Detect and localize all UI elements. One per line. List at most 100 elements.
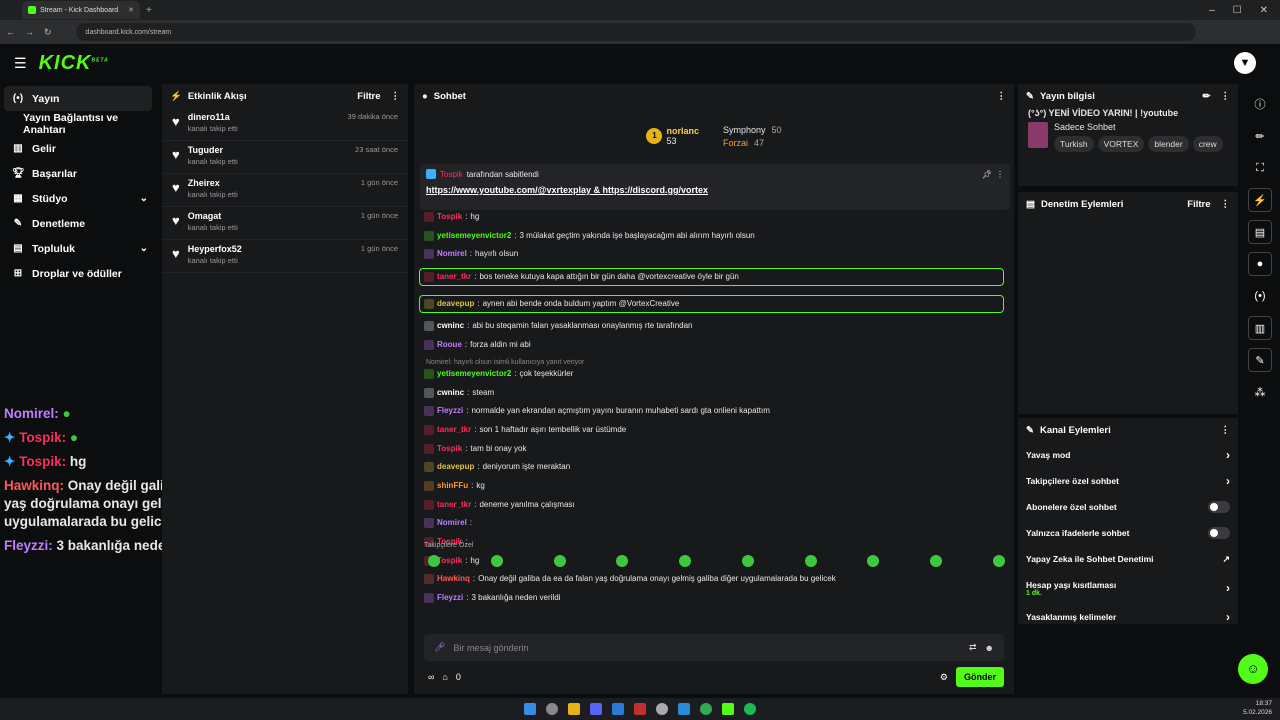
activity-item[interactable]: ♥ Tuguder kanalı takip etti 23 saat önce xyxy=(162,141,408,174)
chat-message[interactable]: Nomirel: xyxy=(424,518,1009,529)
wrench-icon[interactable]: ✎ xyxy=(1248,348,1272,372)
chat-user[interactable]: yetisemeyenvictor2 xyxy=(437,231,511,241)
stream-tag[interactable]: Turkish xyxy=(1054,136,1094,152)
discord-icon[interactable] xyxy=(590,703,602,715)
chat-message[interactable]: taner_tkr: bos teneke kutuya kapa attığın… xyxy=(419,268,1004,287)
help-chat-button[interactable]: ☺ xyxy=(1238,654,1268,684)
chat-user[interactable]: taner_tkr xyxy=(437,500,471,510)
chrome-icon[interactable] xyxy=(700,703,712,715)
activity-item[interactable]: ♥ Heyperfox52 kanalı takip etti 1 gün önce xyxy=(162,240,408,273)
sidebar-item-achievements[interactable]: 🏆︎ Başarılar xyxy=(0,161,160,186)
chat-icon[interactable]: ● xyxy=(1248,252,1272,276)
back-icon[interactable]: ← xyxy=(6,27,15,37)
sidebar-item-drops[interactable]: ⊞ Droplar ve ödüller xyxy=(0,261,160,286)
activity-item[interactable]: ♥ dinero11a kanalı takip etti 39 dakika önc… xyxy=(162,108,408,141)
search-icon[interactable] xyxy=(546,703,558,715)
bolt-icon[interactable]: ⚡ xyxy=(1248,188,1272,212)
emote-icon[interactable] xyxy=(553,555,566,567)
channel-action[interactable]: Yalnızca ifadelerle sohbet xyxy=(1018,520,1238,546)
chat-message[interactable]: Rooue: forza aldin mi abi xyxy=(424,340,1009,351)
steam-icon[interactable] xyxy=(612,703,624,715)
emote-icon[interactable] xyxy=(679,555,692,567)
reload-icon[interactable]: ↻ xyxy=(44,27,52,38)
stream-tag[interactable]: VORTEX xyxy=(1097,136,1145,152)
edit-icon[interactable]: ✏ xyxy=(1248,124,1272,148)
infinity-icon[interactable]: ∞ xyxy=(428,672,434,682)
pinned-link[interactable]: https://www.youtube.com/@vxrtexplay & ht… xyxy=(426,185,1004,195)
store-icon[interactable]: ⌂ xyxy=(442,672,447,682)
chat-user[interactable]: Fleyzzi xyxy=(437,593,463,603)
chat-user[interactable]: deavepup xyxy=(437,299,474,309)
more-icon[interactable]: ⋮ xyxy=(1221,91,1231,102)
xbox-icon[interactable] xyxy=(722,703,734,715)
url-field[interactable]: dashboard.kick.com/stream xyxy=(75,23,1196,41)
sidebar-item-stream[interactable]: (•) Yayın xyxy=(4,86,152,111)
toggle-switch[interactable] xyxy=(1208,501,1230,513)
chat-message[interactable]: cwninc: abi bu steqamin falan yasaklanmas… xyxy=(424,321,1009,332)
obs-icon[interactable] xyxy=(656,703,668,715)
channel-action[interactable]: Yasaklanmış kelimeler › xyxy=(1018,604,1238,624)
channel-action[interactable]: Yavaş mod › xyxy=(1018,442,1238,468)
more-icon[interactable]: ⋮ xyxy=(997,91,1007,102)
browser-tab[interactable]: Stream - Kick Dashboard ✕ xyxy=(22,1,140,19)
notes-icon[interactable] xyxy=(678,703,690,715)
filter-button[interactable]: Filtre xyxy=(1187,199,1210,210)
chat-message[interactable]: Tospik: tam bi onay yok xyxy=(424,443,1009,454)
chat-user[interactable]: Tospik xyxy=(437,212,462,222)
chat-message[interactable]: yetisemeyenvictor2:3 mülakat geçtim yakı… xyxy=(424,230,1009,241)
calendar-icon[interactable] xyxy=(634,703,646,715)
chat-message[interactable]: yetisemeyenvictor2: çok teşekkürler xyxy=(424,368,1009,379)
channel-action[interactable]: Abonelere özel sohbet xyxy=(1018,494,1238,520)
chat-user[interactable]: taner_tkr xyxy=(437,272,471,282)
chat-message[interactable]: deavepup: aynen abi bende onda buldum yap… xyxy=(419,294,1004,313)
chat-user[interactable]: Tospik xyxy=(437,444,462,454)
folder-icon[interactable] xyxy=(568,703,580,715)
chat-message[interactable]: Fleyzzi:3 bakanlığa neden verildi xyxy=(424,593,1009,604)
chat-user[interactable]: Nomirel xyxy=(437,249,467,259)
chat-user[interactable]: taner_tkr xyxy=(437,425,471,435)
pin-icon[interactable]: 📌︎ xyxy=(982,170,992,179)
more-icon[interactable]: ⋮ xyxy=(1221,199,1231,210)
chat-user[interactable]: deavepup xyxy=(437,462,474,472)
emote-icon[interactable] xyxy=(741,555,754,567)
translate-icon[interactable]: ⇄ xyxy=(969,642,977,653)
chat-user[interactable]: cwninc xyxy=(437,321,464,331)
toggle-switch[interactable] xyxy=(1208,527,1230,539)
chat-message[interactable]: Hawkinq: Onay değil galiba da ea da falan… xyxy=(424,574,1009,585)
more-icon[interactable]: ⋮ xyxy=(996,170,1004,179)
edit-icon[interactable]: ✏ xyxy=(1203,91,1211,102)
start-icon[interactable] xyxy=(524,703,536,715)
layout-icon[interactable]: ▥ xyxy=(1248,316,1272,340)
chat-message[interactable]: taner_tkr: deneme yanılma çalışması xyxy=(424,499,1009,510)
spotify-icon[interactable] xyxy=(744,703,756,715)
broadcast-icon[interactable]: (•) xyxy=(1248,284,1272,308)
chat-user[interactable]: Hawkinq xyxy=(437,574,470,584)
more-icon[interactable]: ⋮ xyxy=(1221,425,1231,436)
close-tab-icon[interactable]: ✕ xyxy=(128,6,134,14)
chat-user[interactable]: Rooue xyxy=(437,340,462,350)
activity-item[interactable]: ♥ Omagat kanalı takip etti 1 gün önce xyxy=(162,207,408,240)
mic-icon[interactable]: 🎤︎ xyxy=(434,642,445,653)
stream-tag[interactable]: blender xyxy=(1148,136,1189,152)
share-icon[interactable]: ⁂ xyxy=(1248,380,1272,404)
chat-message[interactable]: deavepup: deniyorum işte meraktan xyxy=(424,462,1009,473)
chat-input[interactable]: 🎤︎ Bir mesaj gönderin ⇄ ☻ xyxy=(424,634,1004,661)
channel-action[interactable]: Takipçilere özel sohbet › xyxy=(1018,468,1238,494)
emote-icon[interactable] xyxy=(490,555,503,567)
emote-icon[interactable] xyxy=(930,555,943,567)
chat-message[interactable]: shinFFu: kg xyxy=(424,480,1009,491)
emote-icon[interactable] xyxy=(804,555,817,567)
chat-user[interactable]: shinFFu xyxy=(437,481,468,491)
chat-message[interactable]: cwninc: steam xyxy=(424,387,1009,398)
sidebar-item-stream-key[interactable]: Yayın Bağlantısı ve Anahtarı xyxy=(0,111,160,136)
close-window-icon[interactable]: ✕ xyxy=(1260,5,1268,16)
chat-message[interactable]: Tospik: hg xyxy=(424,212,1009,222)
sidebar-item-moderation[interactable]: ✎ Denetleme xyxy=(0,211,160,236)
settings-icon[interactable]: ⚙ xyxy=(940,672,948,683)
chat-message[interactable]: Fleyzzi: normalde yan ekrandan açmıştım y… xyxy=(424,406,1009,417)
emote-icon[interactable] xyxy=(616,555,629,567)
filter-button[interactable]: Filtre xyxy=(357,91,380,102)
chat-user[interactable]: yetisemeyenvictor2 xyxy=(437,369,511,379)
chat-user[interactable]: cwninc xyxy=(437,388,464,398)
pinned-message[interactable]: Tospik tarafından sabitlendi 📌︎ ⋮ https://w… xyxy=(420,164,1010,210)
